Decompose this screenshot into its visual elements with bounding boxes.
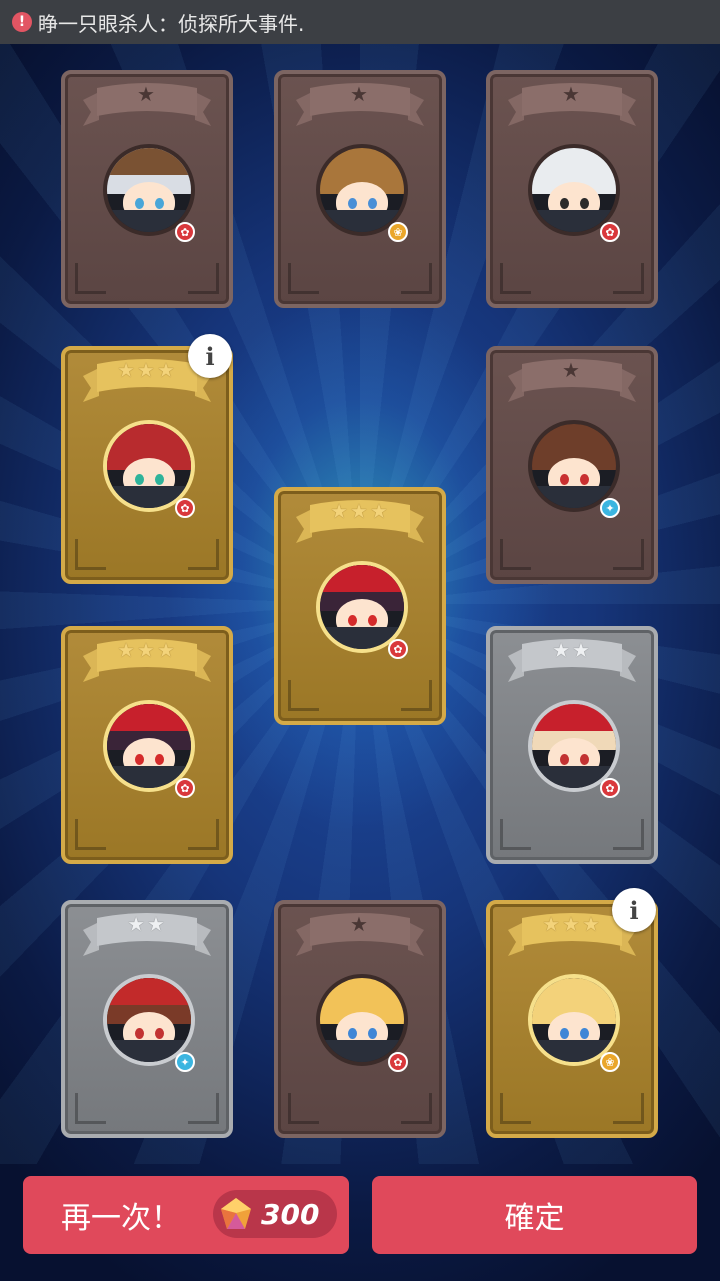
gem-icon: [221, 1198, 251, 1229]
retry-button[interactable]: 再一次！ 300: [23, 1176, 349, 1254]
card-corner-ornament: [75, 263, 106, 294]
rabbit-element-icon: ✿: [600, 778, 620, 798]
bird-element-icon: ✦: [600, 498, 620, 518]
confirm-label: 確定: [504, 1201, 565, 1236]
character-card[interactable]: ★ ✿: [61, 70, 233, 308]
card-corner-ornament: [75, 819, 106, 850]
card-corner-ornament: [500, 263, 531, 294]
character-card[interactable]: ★ ❀: [274, 70, 446, 308]
notification-bar: ! 睁一只眼杀人：侦探所大事件.: [0, 0, 720, 44]
character-card[interactable]: ★ ✿: [486, 70, 658, 308]
rarity-stars: ★: [137, 82, 157, 106]
confirm-button[interactable]: 確定: [372, 1176, 697, 1254]
rabbit-element-icon: ✿: [388, 1052, 408, 1072]
character-card[interactable]: ★★★ ✿: [61, 346, 233, 584]
card-corner-ornament: [500, 539, 531, 570]
retry-cost-value: 300: [261, 1197, 320, 1231]
rarity-stars: ★★★: [117, 638, 177, 662]
card-corner-ornament: [401, 1093, 432, 1124]
card-corner-ornament: [288, 1093, 319, 1124]
character-card[interactable]: ★ ✦: [486, 346, 658, 584]
notification-text: 睁一只眼杀人：侦探所大事件.: [38, 11, 305, 36]
card-corner-ornament: [75, 1093, 106, 1124]
rarity-stars: ★★★: [330, 499, 390, 523]
card-corner-ornament: [188, 1093, 219, 1124]
rarity-stars: ★★: [127, 912, 167, 936]
rabbit-element-icon: ✿: [175, 222, 195, 242]
card-corner-ornament: [188, 263, 219, 294]
card-corner-ornament: [288, 263, 319, 294]
card-corner-ornament: [188, 819, 219, 850]
info-icon[interactable]: i: [188, 334, 232, 378]
retry-cost: 300: [213, 1190, 337, 1238]
rabbit-element-icon: ✿: [388, 639, 408, 659]
card-corner-ornament: [75, 539, 106, 570]
rarity-stars: ★: [562, 82, 582, 106]
alert-icon: !: [12, 12, 32, 32]
card-corner-ornament: [613, 263, 644, 294]
card-corner-ornament: [500, 819, 531, 850]
character-card[interactable]: ★★★ ❀: [486, 900, 658, 1138]
rarity-stars: ★★: [552, 638, 592, 662]
card-corner-ornament: [288, 680, 319, 711]
rarity-stars: ★: [562, 358, 582, 382]
character-card[interactable]: ★★ ✦: [61, 900, 233, 1138]
card-corner-ornament: [401, 680, 432, 711]
rabbit-element-icon: ✿: [175, 778, 195, 798]
card-corner-ornament: [401, 263, 432, 294]
card-corner-ornament: [613, 539, 644, 570]
paw-element-icon: ❀: [388, 222, 408, 242]
bird-element-icon: ✦: [175, 1052, 195, 1072]
rabbit-element-icon: ✿: [600, 222, 620, 242]
paw-element-icon: ❀: [600, 1052, 620, 1072]
character-card[interactable]: ★★★ ✿: [61, 626, 233, 864]
rarity-stars: ★: [350, 82, 370, 106]
card-corner-ornament: [613, 819, 644, 850]
character-card[interactable]: ★★★ ✿: [274, 487, 446, 725]
rabbit-element-icon: ✿: [175, 498, 195, 518]
card-corner-ornament: [188, 539, 219, 570]
retry-label: 再一次！: [61, 1201, 181, 1236]
info-icon[interactable]: i: [612, 888, 656, 932]
card-corner-ornament: [500, 1093, 531, 1124]
card-corner-ornament: [613, 1093, 644, 1124]
rarity-stars: ★: [350, 912, 370, 936]
character-card[interactable]: ★★ ✿: [486, 626, 658, 864]
character-card[interactable]: ★ ✿: [274, 900, 446, 1138]
